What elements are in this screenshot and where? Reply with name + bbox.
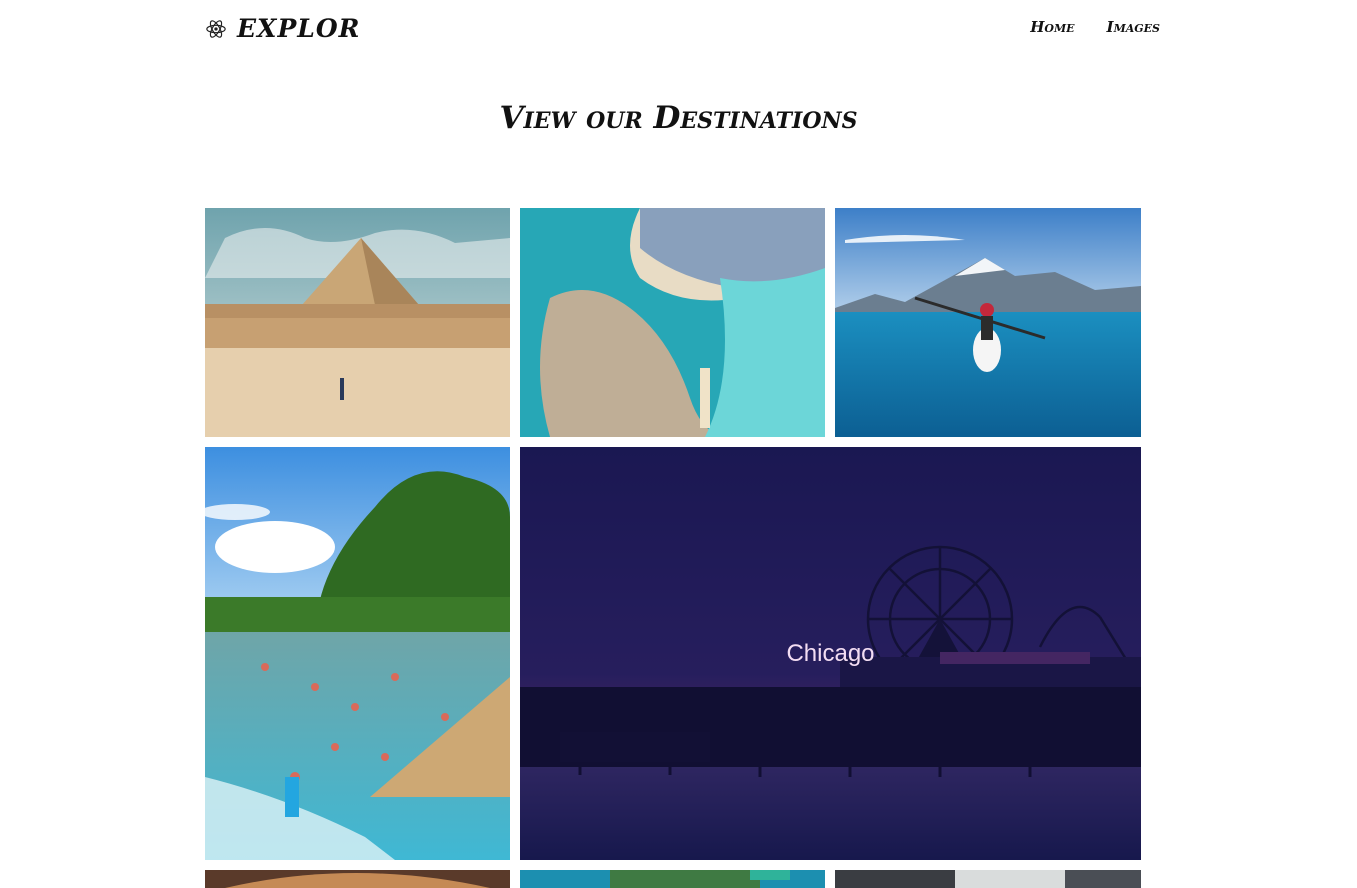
gallery-tile-aerial-coast[interactable] <box>520 870 825 888</box>
brand-name: EXPLOR <box>237 14 361 43</box>
aerial-beach-image <box>520 208 825 437</box>
brand-logo[interactable]: EXPLOR <box>205 14 360 43</box>
atom-icon <box>205 18 227 40</box>
aerial-coast-image <box>520 870 825 888</box>
page-title: View our Destinations <box>499 100 858 136</box>
city-street-image <box>835 870 1141 888</box>
gallery-tile-pier-night[interactable]: Chicago <box>520 447 1141 860</box>
building-interior-image <box>205 870 510 888</box>
gallery-tile-river-swimmers[interactable] <box>205 447 510 860</box>
nav-home-link[interactable]: Home <box>1030 18 1074 36</box>
kayak-lake-image <box>835 208 1141 437</box>
tile-hover-caption: Chicago <box>786 639 875 667</box>
river-swimmers-image <box>205 447 510 860</box>
gallery-tile-pyramid[interactable] <box>205 208 510 437</box>
main-nav: Home Images <box>1030 18 1160 36</box>
pyramid-image <box>205 208 510 437</box>
gallery-tile-city-street[interactable] <box>835 870 1141 888</box>
gallery-tile-aerial-beach[interactable] <box>520 208 825 437</box>
site-header: EXPLOR Home Images <box>205 10 1160 48</box>
gallery-tile-building-interior[interactable] <box>205 870 510 888</box>
nav-images-link[interactable]: Images <box>1107 18 1160 36</box>
gallery-tile-kayak-lake[interactable] <box>835 208 1141 437</box>
